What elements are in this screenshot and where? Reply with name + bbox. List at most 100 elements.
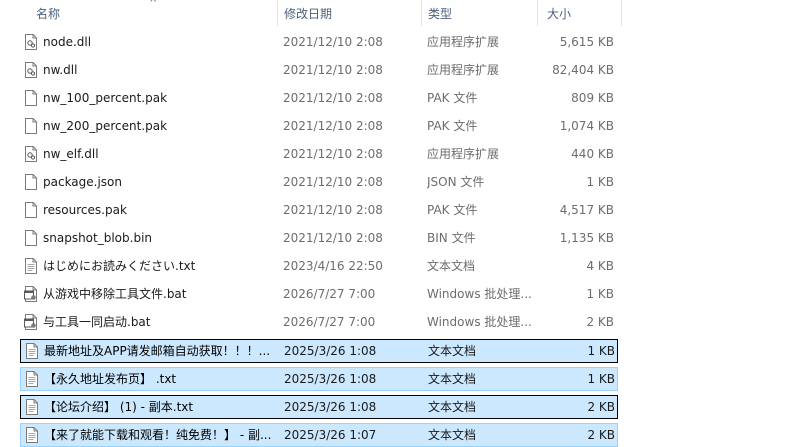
file-size: 809 KB [571, 91, 614, 105]
file-row[interactable]: snapshot_blob.bin 2021/12/10 2:08 BIN 文件 1,… [20, 227, 618, 251]
file-type: 文本文档 [428, 372, 477, 386]
file-row[interactable]: 从游戏中移除工具文件.bat 2026/7/27 7:00 Windows 批处理.… [20, 283, 618, 307]
file-size: 2 KB [586, 315, 614, 329]
sort-ascending-icon: ^ [149, 0, 158, 9]
file-row[interactable]: 与工具一同启动.bat 2026/7/27 7:00 Windows 批处理... 2… [20, 311, 618, 335]
file-row[interactable]: node.dll 2021/12/10 2:08 应用程序扩展 5,615 KB [20, 31, 618, 55]
file-modified-date: 2023/4/16 22:50 [283, 259, 383, 273]
file-modified-date: 2025/3/26 1:07 [284, 428, 377, 442]
column-header-size[interactable]: 大小 [547, 0, 571, 28]
text-file-icon [25, 427, 39, 443]
file-modified-date: 2026/7/27 7:00 [283, 315, 376, 329]
file-type: BIN 文件 [427, 231, 476, 245]
file-name: nw_200_percent.pak [43, 119, 168, 133]
blank-file-icon [24, 230, 38, 246]
file-type: PAK 文件 [427, 91, 478, 105]
blank-file-icon [24, 118, 38, 134]
file-row[interactable]: 最新地址及APP请发邮箱自动获取！！！... 2025/3/26 1:08 文本文档… [20, 339, 618, 363]
file-size: 1 KB [587, 372, 615, 386]
file-size: 1 KB [586, 287, 614, 301]
file-row[interactable]: package.json 2021/12/10 2:08 JSON 文件 1 KB [20, 171, 618, 195]
file-size: 1 KB [587, 344, 615, 358]
column-divider[interactable] [621, 0, 622, 26]
file-name: はじめにお読みください.txt [43, 259, 196, 273]
dll-file-icon [24, 62, 38, 78]
file-row[interactable]: nw_200_percent.pak 2021/12/10 2:08 PAK 文件 1… [20, 115, 618, 139]
file-row[interactable]: はじめにお読みください.txt 2023/4/16 22:50 文本文档 4 KB [20, 255, 618, 279]
file-type: 文本文档 [428, 344, 477, 358]
file-type: PAK 文件 [427, 203, 478, 217]
column-divider[interactable] [277, 0, 278, 26]
file-name: nw_elf.dll [43, 147, 99, 161]
file-modified-date: 2021/12/10 2:08 [283, 231, 383, 245]
file-modified-date: 2021/12/10 2:08 [283, 91, 383, 105]
file-row[interactable]: nw_elf.dll 2021/12/10 2:08 应用程序扩展 440 KB [20, 143, 618, 167]
file-name: 最新地址及APP请发邮箱自动获取！！！... [44, 344, 271, 358]
file-modified-date: 2026/7/27 7:00 [283, 287, 376, 301]
file-row[interactable]: 【永久地址发布页】 .txt 2025/3/26 1:08 文本文档 1 KB [20, 367, 618, 391]
file-type: 应用程序扩展 [427, 147, 500, 161]
file-modified-date: 2021/12/10 2:08 [283, 147, 383, 161]
file-size: 1,074 KB [559, 119, 614, 133]
column-header-name[interactable]: 名称 [36, 0, 60, 28]
file-modified-date: 2025/3/26 1:08 [284, 344, 377, 358]
column-divider[interactable] [421, 0, 422, 26]
file-modified-date: 2021/12/10 2:08 [283, 35, 383, 49]
file-modified-date: 2025/3/26 1:08 [284, 400, 377, 414]
text-file-icon [25, 343, 39, 359]
file-size: 4 KB [586, 259, 614, 273]
file-row[interactable]: 【来了就能下载和观看！纯免费！】 - 副... 2025/3/26 1:07 文本文… [20, 423, 618, 447]
file-type: Windows 批处理... [427, 287, 532, 301]
file-modified-date: 2021/12/10 2:08 [283, 119, 383, 133]
blank-file-icon [24, 202, 38, 218]
file-type: 文本文档 [427, 259, 476, 273]
file-modified-date: 2021/12/10 2:08 [283, 203, 383, 217]
file-name: resources.pak [43, 203, 127, 217]
text-file-icon [25, 399, 39, 415]
file-size: 5,615 KB [559, 35, 614, 49]
file-name: node.dll [43, 35, 92, 49]
column-header-date[interactable]: 修改日期 [284, 0, 332, 28]
file-type: 文本文档 [428, 400, 477, 414]
file-modified-date: 2021/12/10 2:08 [283, 175, 383, 189]
file-type: 应用程序扩展 [427, 35, 500, 49]
column-header-type[interactable]: 类型 [428, 0, 452, 28]
file-size: 4,517 KB [559, 203, 614, 217]
file-size: 1 KB [586, 175, 614, 189]
file-row[interactable]: 【论坛介绍】 (1) - 副本.txt 2025/3/26 1:08 文本文档 2 K… [20, 395, 618, 419]
file-name: 【永久地址发布页】 .txt [44, 372, 177, 386]
batch-file-icon [24, 314, 38, 330]
file-name: 从游戏中移除工具文件.bat [43, 287, 187, 301]
batch-file-icon [24, 286, 38, 302]
file-name: snapshot_blob.bin [43, 231, 153, 245]
file-modified-date: 2025/3/26 1:08 [284, 372, 377, 386]
file-name: nw_100_percent.pak [43, 91, 168, 105]
text-file-icon [25, 371, 39, 387]
file-size: 2 KB [587, 428, 615, 442]
file-size: 1,135 KB [559, 231, 614, 245]
dll-file-icon [24, 146, 38, 162]
file-type: Windows 批处理... [427, 315, 532, 329]
file-size: 440 KB [571, 147, 614, 161]
file-row[interactable]: nw_100_percent.pak 2021/12/10 2:08 PAK 文件 8… [20, 87, 618, 111]
blank-file-icon [24, 90, 38, 106]
file-row[interactable]: nw.dll 2021/12/10 2:08 应用程序扩展 82,404 KB [20, 59, 618, 83]
file-type: 应用程序扩展 [427, 63, 500, 77]
column-divider[interactable] [537, 0, 538, 26]
file-modified-date: 2021/12/10 2:08 [283, 63, 383, 77]
file-name: nw.dll [43, 63, 78, 77]
file-name: package.json [43, 175, 123, 189]
dll-file-icon [24, 34, 38, 50]
file-type: JSON 文件 [427, 175, 485, 189]
file-name: 与工具一同启动.bat [43, 315, 151, 329]
blank-file-icon [24, 174, 38, 190]
file-type: PAK 文件 [427, 119, 478, 133]
file-type: 文本文档 [428, 428, 477, 442]
file-size: 2 KB [587, 400, 615, 414]
file-row[interactable]: resources.pak 2021/12/10 2:08 PAK 文件 4,517 … [20, 199, 618, 223]
column-header: 名称 ^ 修改日期 类型 大小 [0, 0, 790, 28]
text-file-icon [24, 258, 38, 274]
file-name: 【论坛介绍】 (1) - 副本.txt [44, 400, 194, 414]
file-name: 【来了就能下载和观看！纯免费！】 - 副... [44, 428, 272, 442]
file-size: 82,404 KB [552, 63, 614, 77]
